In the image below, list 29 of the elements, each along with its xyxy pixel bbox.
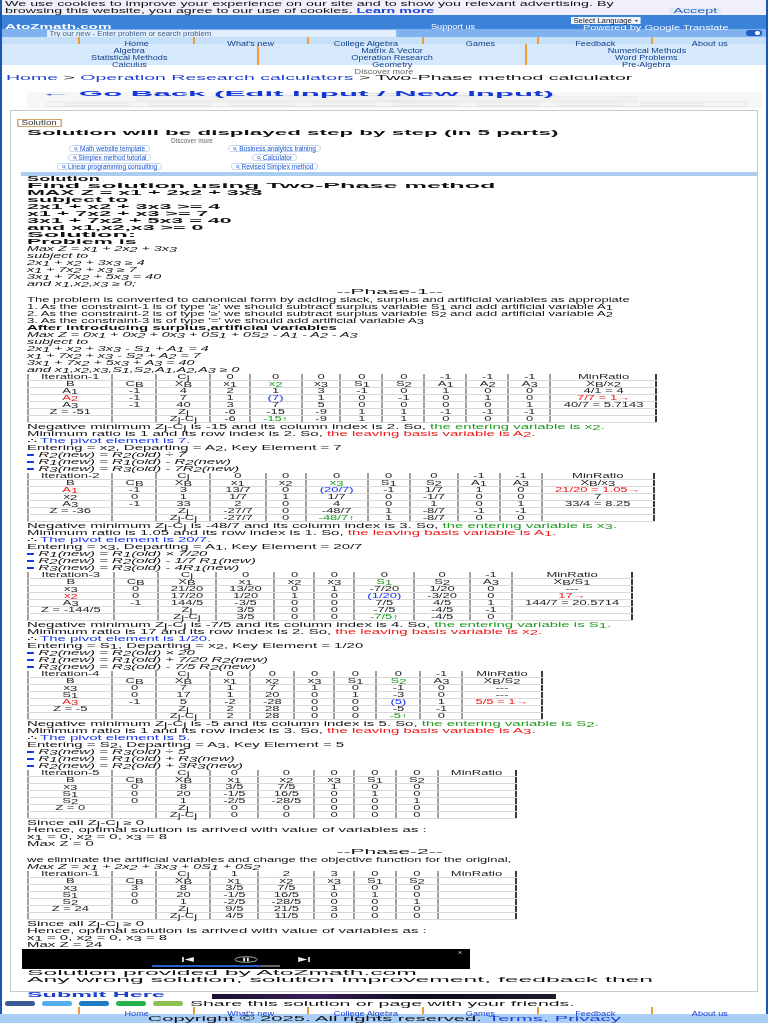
- caret-icon: [634, 19, 638, 22]
- search-icon: [61, 164, 66, 169]
- close-icon[interactable]: [458, 951, 462, 954]
- search-icon: [256, 155, 261, 160]
- share-button[interactable]: [5, 1001, 35, 1006]
- bullet-icon: [27, 764, 34, 767]
- go-back-link[interactable]: ← Go Back (Edit Input / New Input): [39, 89, 554, 98]
- pause-icon[interactable]: [234, 955, 258, 963]
- bullet-icon: [27, 453, 34, 456]
- bullet-icon: [27, 559, 34, 562]
- next-icon[interactable]: [298, 956, 310, 962]
- share-button[interactable]: [79, 1001, 109, 1006]
- bullet-icon: [27, 552, 34, 555]
- bullet-icon: [27, 665, 34, 668]
- previous-icon[interactable]: [182, 956, 194, 962]
- search-icon: [235, 164, 240, 169]
- bullet-icon: [27, 460, 34, 463]
- bullet-icon: [27, 651, 34, 654]
- search-icon: [73, 146, 78, 151]
- solution-intro: Solution will be displayed step by step (in 5 parts): [27, 129, 559, 137]
- bullet-icon: [27, 750, 34, 753]
- bullet-icon: [27, 658, 34, 661]
- bullet-icon: [27, 467, 34, 470]
- bullet-icon: [27, 757, 34, 760]
- bullet-icon: [27, 566, 34, 569]
- site-logo[interactable]: AtoZmath.com: [5, 22, 112, 31]
- search-icon: [72, 155, 77, 160]
- search-icon: [233, 146, 238, 151]
- toggle-switch[interactable]: [746, 30, 762, 36]
